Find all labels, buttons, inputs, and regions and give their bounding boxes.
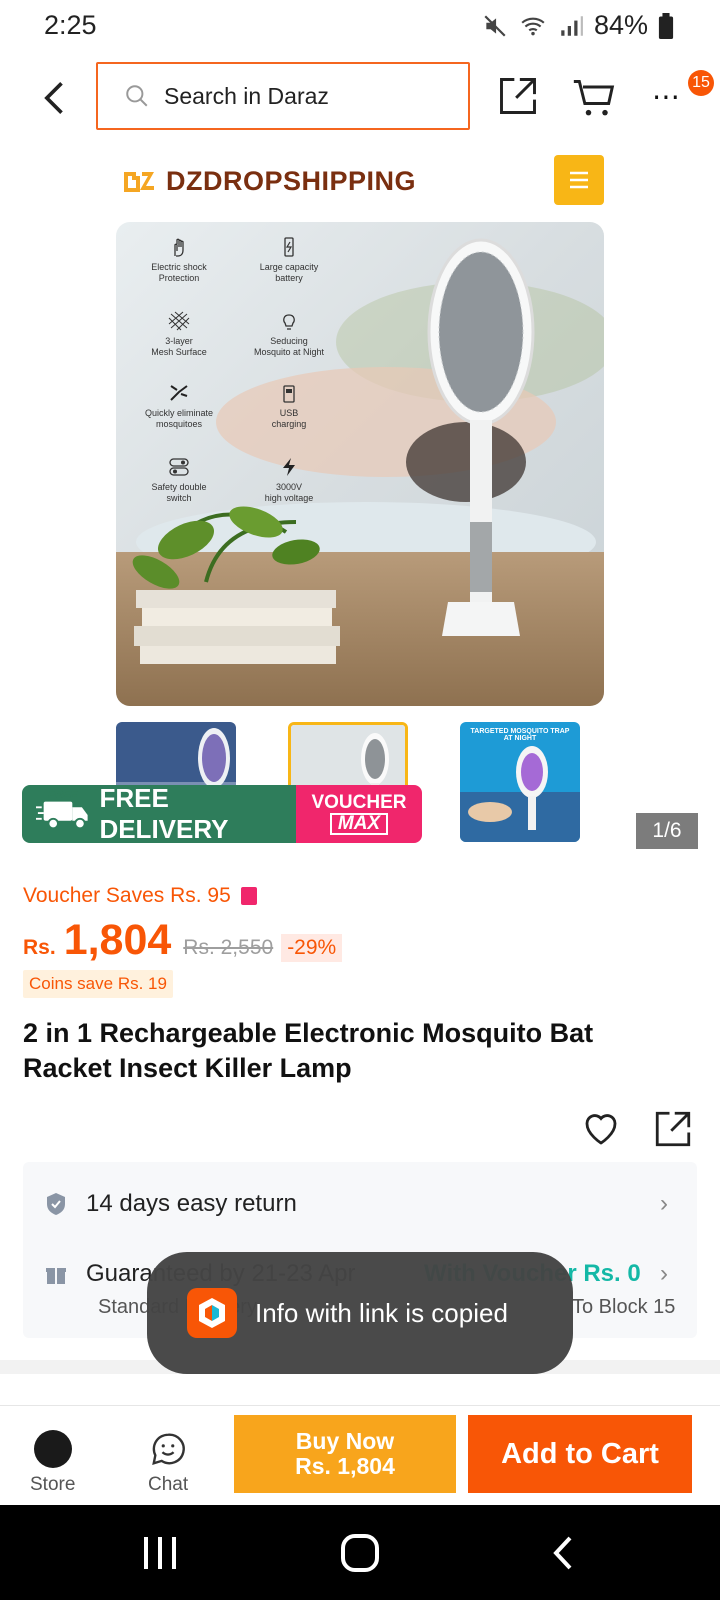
system-nav-bar [0,1505,720,1600]
home-icon[interactable] [340,1533,380,1573]
price: 1,804 [63,916,172,964]
chevron-right-icon[interactable]: › [660,1190,668,1218]
image-counter: 1/6 [636,813,698,849]
battery-icon [658,12,674,39]
search-placeholder: Search in Daraz [164,82,329,109]
buy-now-button[interactable]: Buy Now Rs. 1,804 [234,1415,456,1493]
chat-button[interactable]: Chat [148,1430,188,1496]
back-arrow-icon[interactable] [34,76,78,120]
product-main-image[interactable]: Electric shock Protection Large capacity b… [116,222,604,706]
wifi-icon [521,17,545,35]
feature-label: 3000V [275,482,303,492]
more-options-icon[interactable]: ⋯ [652,80,682,113]
app-logo-icon [187,1288,237,1338]
buy-now-label: Buy Now [295,1428,395,1454]
search-input[interactable]: Search in Daraz [96,62,470,130]
product-title: 2 in 1 Rechargeable Electronic Mosquito … [23,1018,594,1083]
feature-label: Mesh Surface [151,347,207,357]
notification-badge: 15 [688,70,714,96]
thumbnail-3[interactable]: TARGETED MOSQUITO TRAP AT NIGHT [460,722,580,842]
feature-label: Large capacity [259,262,319,272]
chevron-right-icon[interactable]: › [660,1260,668,1288]
heart-icon[interactable] [580,1108,622,1150]
recent-apps-icon[interactable] [140,1535,180,1571]
signal-icon [561,15,583,36]
return-policy-text: 14 days easy return [86,1190,297,1217]
price-row: Rs. 1,804 Rs. 2,550 -29% [23,916,343,965]
coins-save: Coins save Rs. 19 [23,970,173,998]
brand-menu-icon [554,155,604,205]
return-policy-row[interactable]: 14 days easy return [44,1190,297,1218]
share-icon[interactable] [652,1108,694,1150]
voucher-saves-text: Voucher Saves Rs. 95 [23,884,231,907]
feature-label: charging [271,419,307,429]
currency: Rs. [23,936,56,959]
delivery-truck-icon [36,801,88,830]
store-avatar [33,1430,72,1468]
status-time: 2:25 [44,10,97,40]
add-to-cart-button[interactable]: Add to Cart [468,1415,692,1493]
share-icon[interactable] [496,74,540,118]
chat-icon [152,1433,185,1465]
gift-box-icon [46,1268,66,1284]
toast-text: Info with link is copied [255,1297,508,1328]
shield-check-icon [47,1193,65,1215]
feature-label: switch [166,493,192,503]
cart-icon[interactable] [572,76,616,120]
voucher-saves[interactable]: Voucher Saves Rs. 95 [23,884,257,908]
store-label: Store [30,1474,76,1495]
feature-label: Safety double [151,482,207,492]
feature-label: mosquitoes [155,419,203,429]
feature-label: USB [279,408,299,418]
free-tag: FREE [48,789,78,801]
back-nav-icon[interactable] [548,1535,578,1571]
feature-label: Electric shock [151,262,207,272]
chat-label: Chat [148,1474,189,1495]
thumbnail-caption: TARGETED MOSQUITO TRAP AT NIGHT [470,728,570,742]
feature-label: Seducing [270,336,308,346]
feature-label: Mosquito at Night [253,347,325,357]
feature-label: high voltage [264,493,314,503]
brand-mark-icon [124,172,154,192]
feature-label: Protection [158,273,200,283]
mute-icon [484,14,506,37]
search-icon [126,85,148,107]
brand-name: DZDROPSHIPPING [166,165,417,196]
buy-now-price: Rs. 1,804 [295,1453,395,1479]
voucher-label: VOUCHER [311,792,407,813]
voucher-icon [240,887,257,905]
status-icons: 84% [482,10,674,41]
battery-percent: 84% [593,10,648,40]
free-delivery-label: FREE DELIVERY [99,785,229,843]
feature-label: 3-layer [165,336,193,346]
store-button[interactable]: Store [30,1430,75,1496]
toast-message: Info with link is copied [147,1252,573,1374]
brand-logo: DZDROPSHIPPING [120,164,416,198]
delivery-location-text: To Block 15 [572,1296,676,1318]
promo-banner[interactable]: FREE FREE DELIVERY VOUCHER MAX [22,785,422,843]
voucher-max-label: MAX [329,813,389,835]
discount-badge: -29% [281,934,343,962]
feature-label: Quickly eliminate [144,408,214,418]
old-price: Rs. 2,550 [183,936,274,959]
feature-label: battery [275,273,303,283]
